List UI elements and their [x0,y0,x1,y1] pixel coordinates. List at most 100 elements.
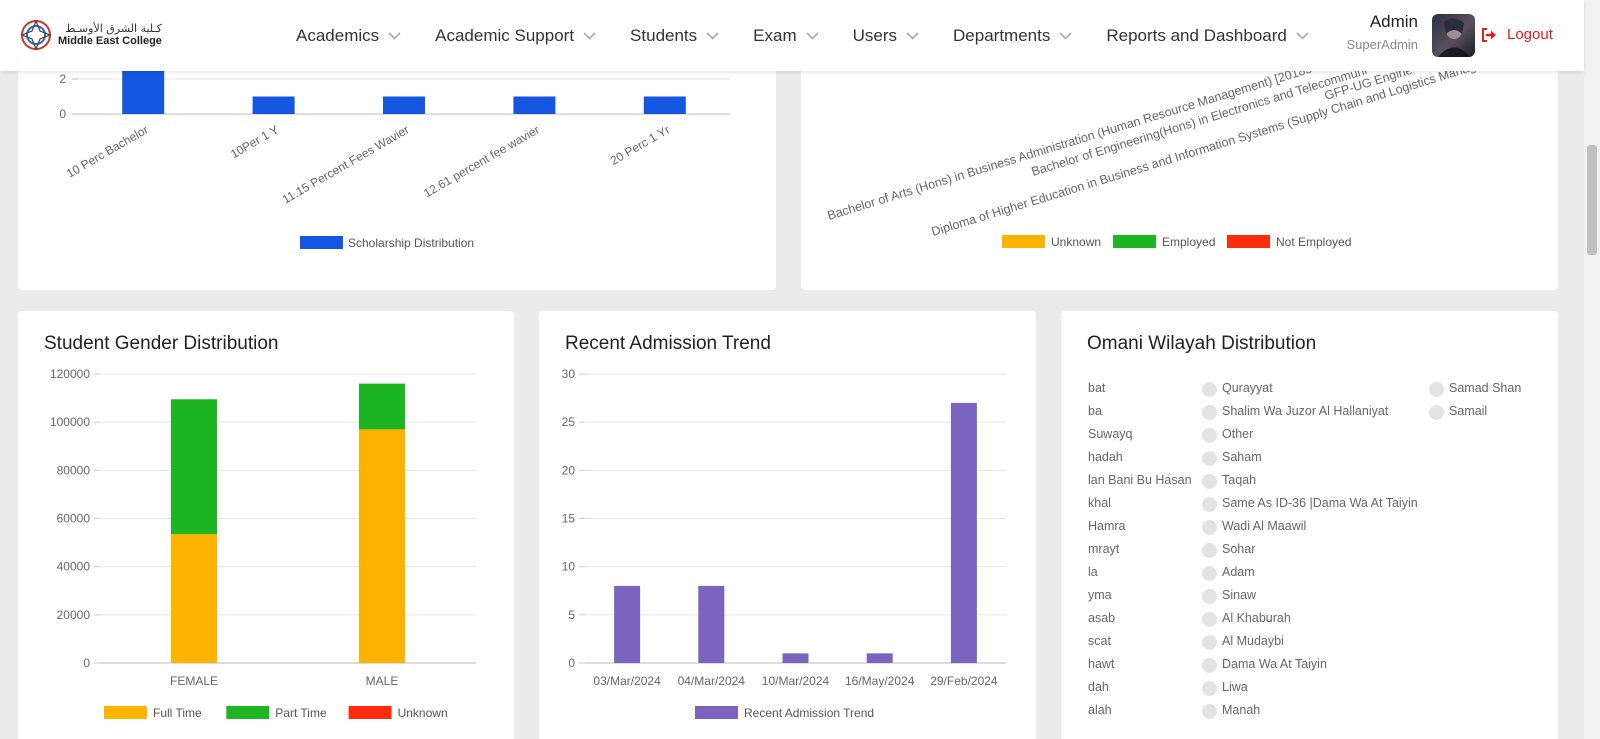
legend-item-label: Al Mudaybi [1222,634,1284,648]
legend-item-label: Samad Shan [1449,381,1522,395]
legend-item-toggle[interactable] [1202,543,1217,558]
scholarship-chart: 0 2 10 Perc Bachelor 10Per 1 Y11.15 Percent… [59,61,730,250]
legend-item-toggle[interactable] [1202,658,1217,673]
bar [643,96,686,114]
legend-swatch-unknown [1002,235,1045,248]
y-tick-label: 60000 [57,512,91,526]
legend-item-toggle[interactable] [1202,589,1217,604]
wilayah-legend: bat ba Suwayq hadah lan Bani Bu Hasan khal Ham… [1061,311,1558,739]
legend-item-toggle[interactable] [1202,474,1217,489]
wilayah-distribution-card: Omani Wilayah Distribution bat ba Suwayq ha… [1061,311,1558,739]
legend-item-toggle[interactable] [1202,635,1217,650]
legend-item-label: hawt [1088,657,1115,671]
avatar[interactable] [1432,14,1475,57]
legend-item-label: Shalim Wa Juzor Al Hallaniyat [1222,404,1389,418]
legend-item-label: lan Bani Bu Hasan [1088,473,1192,487]
bar [866,653,893,663]
user-info[interactable]: Admin SuperAdmin [1340,12,1418,52]
x-tick-label: MALE [366,674,399,688]
nav-exam[interactable]: Exam [753,26,819,46]
legend-item-toggle[interactable] [1202,428,1217,443]
legend-item-label: Suwayq [1088,427,1133,441]
page-scrollbar-track[interactable] [1584,0,1600,739]
bar-segment [171,534,217,663]
nav-users[interactable]: Users [853,26,919,46]
legend-item-label: hadah [1088,450,1123,464]
legend-item-label: Manah [1222,703,1261,717]
top-navbar: كـلية الشرق الأوسـط Middle East College … [0,0,1584,71]
scholarship-distribution-card: 0 2 10 Perc Bachelor 10Per 1 Y 11.15 Percent… [18,40,776,290]
x-tick-label: 10/Mar/2024 [762,674,830,688]
y-tick-label: 20000 [57,608,91,622]
legend-item-toggle[interactable] [1202,382,1217,397]
legend-swatch [695,706,738,719]
bar [513,96,556,114]
legend-item-toggle[interactable] [1202,451,1217,466]
legend-item-label: Liwa [1222,680,1248,694]
legend-item-label: Other [1222,427,1254,441]
employment-status-card: Bachelor of Arts (Hons) in Business Admi… [801,40,1558,290]
nav-academics[interactable]: Academics [296,26,401,46]
x-tick-label: 20 Perc 1 Yr [608,122,673,167]
x-tick-label: 03/Mar/2024 [593,674,661,688]
nav-students[interactable]: Students [630,26,719,46]
legend-item-label: Taqah [1222,473,1257,487]
y-tick-label: 0 [568,656,575,670]
logout-button[interactable]: Logout [1481,26,1553,43]
y-tick-label: 80000 [57,463,91,477]
legend-item-toggle[interactable] [1202,612,1217,627]
nav-academic-support[interactable]: Academic Support [435,26,596,46]
bar [252,96,295,114]
legend-item-label: Adam [1222,565,1255,579]
gender-chart: 0 20000 40000 60000 80000 100000 120000 FEMALE M… [50,367,476,720]
bar [782,653,809,663]
main-nav: Academics Academic Support Students Exam… [296,0,1343,71]
chevron-down-icon [583,31,596,40]
legend-item-label: Saham [1222,450,1262,464]
legend-item-toggle[interactable] [1202,566,1217,581]
legend-item-label: la [1088,565,1098,579]
x-tick-label: 16/May/2024 [845,674,915,688]
legend-label-not-employed: Not Employed [1276,235,1351,249]
x-tick-label: 11.15 Percent Fees Wavier [280,122,412,206]
x-tick-label: 12.61 percent fee wavier [421,122,542,200]
college-logo[interactable]: كـلية الشرق الأوسـط Middle East College [18,17,162,53]
nav-departments[interactable]: Departments [953,26,1072,46]
legend-item-label: dah [1088,680,1109,694]
legend-swatch [300,236,343,249]
y-tick-label: 0 [83,656,90,670]
y-tick-label: 40000 [57,560,91,574]
legend-item-toggle[interactable] [1202,520,1217,535]
y-tick-label: 25 [562,415,576,429]
legend-item-toggle[interactable] [1429,405,1444,420]
x-tick-label: 10Per 1 Y [228,122,281,161]
bar [383,96,425,114]
legend-label-unknown: Unknown [1051,235,1101,249]
y-tick-label: 5 [568,608,575,622]
x-tick-label: FEMALE [170,674,218,688]
gender-distribution-card: Student Gender Distribution 0 20000 40000 6… [18,311,514,739]
employment-chart: Bachelor of Arts (Hons) in Business Admi… [826,59,1478,249]
bar-segment [171,399,217,535]
legend-item-toggle[interactable] [1202,405,1217,420]
legend-item-toggle[interactable] [1202,681,1217,696]
logo-english-text: Middle East College [58,35,162,47]
legend-item-toggle[interactable] [1429,382,1444,397]
legend-item-label: Sohar [1222,542,1256,556]
legend-item-toggle[interactable] [1202,497,1217,512]
legend-label-employed: Employed [1162,235,1215,249]
legend-item-toggle[interactable] [1202,704,1217,719]
page-scrollbar-thumb[interactable] [1587,145,1597,255]
legend-item-label: khal [1088,496,1111,510]
legend-item-label: Samail [1449,404,1488,418]
admission-chart: 0 5 10 15 20 25 30 03/Mar/2024 04/Mar/2024 10/Mar… [562,367,1006,720]
chevron-down-icon [388,31,401,40]
nav-reports-dashboard[interactable]: Reports and Dashboard [1106,26,1309,46]
legend-item-label: mrayt [1088,542,1120,556]
legend-label: Part Time [275,706,327,720]
y-tick-label: 10 [562,560,576,574]
bar [698,585,725,663]
chevron-down-icon [806,31,819,40]
logo-emblem-icon [18,17,54,53]
y-tick-label: 30 [562,367,576,381]
